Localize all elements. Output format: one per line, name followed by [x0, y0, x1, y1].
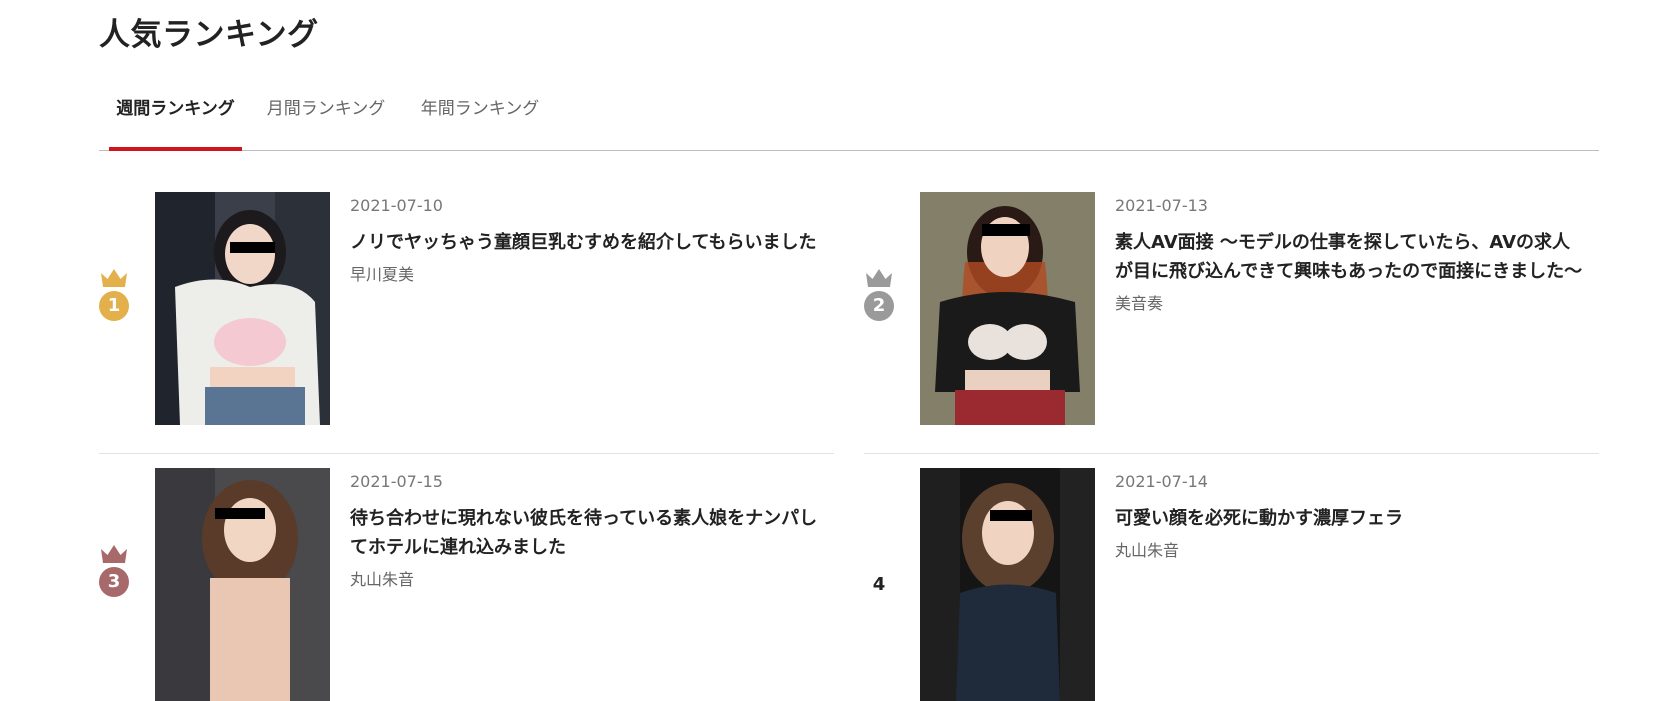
release-date: 2021-07-13 [1115, 196, 1208, 215]
actress-link[interactable]: 美音奏 [1115, 293, 1585, 315]
release-date: 2021-07-14 [1115, 472, 1208, 491]
thumbnail[interactable] [155, 192, 330, 425]
rank-number: 1 [99, 291, 129, 321]
divider [99, 453, 834, 454]
crown-bronze-icon [101, 545, 127, 563]
rank-badge: 3 [99, 544, 129, 597]
item-title-link[interactable]: 待ち合わせに現れない彼氏を待っている素人娘をナンパしてホテルに連れ込みました [350, 504, 820, 562]
rank-badge: 1 [99, 268, 129, 321]
thumbnail[interactable] [920, 192, 1095, 425]
item-meta: 2021-07-10 ノリでヤッちゃう童顔巨乳むすめを紹介してもらいました 早川… [350, 192, 820, 286]
thumbnail[interactable] [920, 468, 1095, 701]
item-meta: 2021-07-14 可愛い顔を必死に動かす濃厚フェラ 丸山朱音 [1115, 468, 1585, 562]
actress-link[interactable]: 丸山朱音 [350, 569, 820, 591]
crown-gold-icon [101, 269, 127, 287]
item-title-link[interactable]: 素人AV面接 ～モデルの仕事を探していたら、AVの求人が目に飛び込んできて興味も… [1115, 228, 1585, 286]
tab-weekly[interactable]: 週間ランキング [109, 92, 242, 151]
thumbnail-image [155, 468, 330, 701]
rank-number: 2 [864, 291, 894, 321]
item-title-link[interactable]: ノリでヤッちゃう童顔巨乳むすめを紹介してもらいました [350, 228, 820, 257]
thumbnail-image [155, 192, 330, 425]
page-title: 人気ランキング [99, 17, 319, 53]
rank-number: 4 [872, 574, 886, 595]
release-date: 2021-07-10 [350, 196, 443, 215]
item-meta: 2021-07-15 待ち合わせに現れない彼氏を待っている素人娘をナンパしてホテ… [350, 468, 820, 591]
item-title-link[interactable]: 可愛い顔を必死に動かす濃厚フェラ [1115, 504, 1585, 533]
crown-silver-icon [866, 269, 892, 287]
thumbnail-image [920, 468, 1095, 701]
ranking-tabs: 週間ランキング 月間ランキング 年間ランキング [99, 92, 1599, 151]
thumbnail-image [920, 192, 1095, 425]
actress-link[interactable]: 丸山朱音 [1115, 540, 1585, 562]
actress-link[interactable]: 早川夏美 [350, 264, 820, 286]
tab-monthly[interactable]: 月間ランキング [261, 92, 391, 150]
rank-badge: 4 [864, 544, 894, 595]
divider [864, 453, 1599, 454]
rank-badge: 2 [864, 268, 894, 321]
release-date: 2021-07-15 [350, 472, 443, 491]
item-meta: 2021-07-13 素人AV面接 ～モデルの仕事を探していたら、AVの求人が目… [1115, 192, 1585, 315]
thumbnail[interactable] [155, 468, 330, 701]
tab-yearly[interactable]: 年間ランキング [415, 92, 545, 150]
